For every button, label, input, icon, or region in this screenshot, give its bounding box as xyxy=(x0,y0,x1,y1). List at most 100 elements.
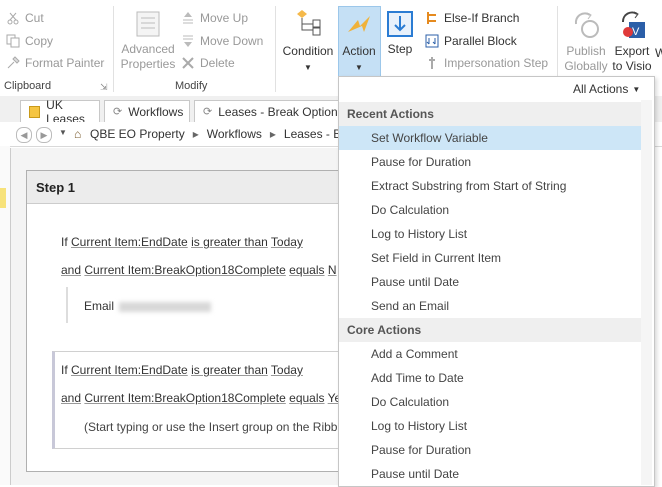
menu-scrollbar[interactable] xyxy=(641,100,652,485)
tab-uk-leases[interactable]: UK Leases xyxy=(20,98,100,126)
tab-label: Workflows xyxy=(128,104,184,119)
condition-label: Condition xyxy=(282,44,334,58)
delete-x-icon xyxy=(182,57,194,69)
list-folder-icon xyxy=(29,105,41,118)
tab-workflows[interactable]: ⟳ Workflows xyxy=(104,100,190,122)
menu-item-do-calculation[interactable]: Do Calculation xyxy=(339,198,641,222)
menu-item-log-to-history-list[interactable]: Log to History List xyxy=(339,222,641,246)
separator xyxy=(113,6,114,92)
tab-label: Leases - Break Option A xyxy=(218,104,340,119)
workflow-gear-icon: ⟳ xyxy=(203,106,213,118)
lightning-action-icon xyxy=(348,16,370,32)
action-button[interactable]: Action ▼ xyxy=(338,10,380,75)
tab-leases-break-option[interactable]: ⟳ Leases - Break Option A xyxy=(194,100,340,122)
menu-item-extract-substring[interactable]: Extract Substring from Start of String xyxy=(339,174,641,198)
value-link[interactable]: Today xyxy=(271,235,303,249)
breadcrumb-item[interactable]: Leases - B xyxy=(284,127,341,141)
paintbrush-icon xyxy=(7,56,20,69)
breadcrumb-item[interactable]: QBE EO Property xyxy=(90,127,185,141)
menu-item-do-calculation[interactable]: Do Calculation xyxy=(339,390,641,414)
menu-item-pause-until-date[interactable]: Pause until Date xyxy=(339,462,641,486)
menu-item-add-a-comment[interactable]: Add a Comment xyxy=(339,342,641,366)
and-keyword[interactable]: and xyxy=(61,263,81,277)
action-dropdown-arrow-icon: ▼ xyxy=(355,63,363,72)
copy-icon xyxy=(6,34,20,48)
clipboard-launcher-icon[interactable]: ⇲ xyxy=(100,82,108,93)
and-keyword[interactable]: and xyxy=(61,391,81,405)
else-if-branch-button[interactable]: Else-If Branch xyxy=(425,11,519,25)
export-visio-icon: V xyxy=(622,11,645,38)
delete-label: Delete xyxy=(200,56,235,70)
action-line[interactable]: Email xyxy=(84,299,212,313)
cut-label: Cut xyxy=(25,11,44,25)
operator-link[interactable]: is greater than xyxy=(191,363,268,377)
format-painter-label: Format Painter xyxy=(25,56,105,70)
menu-item-pause-until-date[interactable]: Pause until Date xyxy=(339,270,641,294)
insert-hint-text[interactable]: (Start typing or use the Insert group on… xyxy=(84,420,344,434)
filter-label: All Actions xyxy=(573,82,629,96)
breadcrumb: QBE EO Property ▸ Workflows ▸ Leases - B xyxy=(90,127,341,141)
menu-item-pause-for-duration[interactable]: Pause for Duration xyxy=(339,438,641,462)
move-down-button[interactable]: Move Down xyxy=(181,34,263,48)
impersonation-step-button[interactable]: Impersonation Step xyxy=(425,56,548,70)
if-keyword: If xyxy=(61,363,68,377)
advanced-properties-button[interactable]: Advanced Properties xyxy=(117,10,179,72)
parallel-block-label: Parallel Block xyxy=(444,34,517,48)
forward-icon[interactable]: ▶ xyxy=(36,127,52,143)
parallel-block-button[interactable]: Parallel Block xyxy=(425,34,517,48)
breadcrumb-item[interactable]: Workflows xyxy=(207,127,262,141)
field-link[interactable]: Current Item:EndDate xyxy=(71,363,188,377)
site-home-icon: ⌂ xyxy=(74,127,82,141)
cut-button[interactable]: Cut xyxy=(6,11,44,25)
condition-line-1: If Current Item:EndDate is greater than … xyxy=(61,235,303,249)
operator-link[interactable]: equals xyxy=(289,391,324,405)
filter-dropdown-arrow-icon: ▼ xyxy=(632,84,641,94)
impersonation-step-label: Impersonation Step xyxy=(444,56,549,70)
publish-globe-icon xyxy=(574,12,599,38)
menu-item-set-workflow-variable[interactable]: Set Workflow Variable xyxy=(339,126,641,150)
menu-item-add-time-to-date[interactable]: Add Time to Date xyxy=(339,366,641,390)
step-title[interactable]: Step 1 xyxy=(36,180,75,195)
modify-group-label: Modify xyxy=(175,80,208,92)
menu-item-log-to-history-list[interactable]: Log to History List xyxy=(339,414,641,438)
move-down-label: Move Down xyxy=(200,34,264,48)
all-actions-filter[interactable]: All Actions ▼ xyxy=(573,82,640,96)
operator-link[interactable]: equals xyxy=(289,263,324,277)
publish-globally-button[interactable]: Publish Globally xyxy=(561,10,611,74)
condition-line-1: If Current Item:EndDate is greater than … xyxy=(61,363,303,377)
impersonation-icon xyxy=(429,57,435,69)
export-to-visio-label: Export to Visio xyxy=(612,44,652,73)
field-link[interactable]: Current Item:BreakOption18Complete xyxy=(84,263,285,277)
breadcrumb-separator-icon: ▸ xyxy=(269,127,276,141)
back-icon[interactable]: ◀ xyxy=(16,127,32,143)
menu-item-set-field-in-current-item[interactable]: Set Field in Current Item xyxy=(339,246,641,270)
breadcrumb-separator-icon: ▸ xyxy=(192,127,199,141)
move-up-label: Move Up xyxy=(200,11,249,25)
move-up-button[interactable]: Move Up xyxy=(181,11,248,25)
else-if-label: Else-If Branch xyxy=(444,11,520,25)
blurred-recipient xyxy=(119,301,212,312)
export-to-visio-button[interactable]: V Export to Visio xyxy=(611,10,653,74)
step-button[interactable]: Step xyxy=(384,10,416,57)
condition-icon xyxy=(297,10,321,36)
if-keyword: If xyxy=(61,235,68,249)
parallel-block-icon xyxy=(425,34,439,48)
publish-globally-label: Publish Globally xyxy=(564,44,608,73)
menu-item-send-an-email[interactable]: Send an Email xyxy=(339,294,641,318)
field-link[interactable]: Current Item:BreakOption18Complete xyxy=(84,391,285,405)
operator-link[interactable]: is greater than xyxy=(191,235,268,249)
field-link[interactable]: Current Item:EndDate xyxy=(71,235,188,249)
properties-icon xyxy=(136,11,160,37)
menu-item-pause-for-duration[interactable]: Pause for Duration xyxy=(339,150,641,174)
left-marker xyxy=(0,188,6,208)
ribbon-overflow-label: W xyxy=(655,46,662,60)
branch-line xyxy=(66,287,68,323)
copy-button[interactable]: Copy xyxy=(6,34,53,48)
value-link[interactable]: Today xyxy=(271,363,303,377)
else-if-icon xyxy=(427,12,436,24)
condition-button[interactable]: Condition ▼ xyxy=(279,10,337,75)
format-painter-button[interactable]: Format Painter xyxy=(6,56,104,70)
value-link[interactable]: N xyxy=(328,263,337,277)
delete-button[interactable]: Delete xyxy=(181,56,235,70)
history-dropdown-icon[interactable]: ▼ xyxy=(59,128,67,137)
